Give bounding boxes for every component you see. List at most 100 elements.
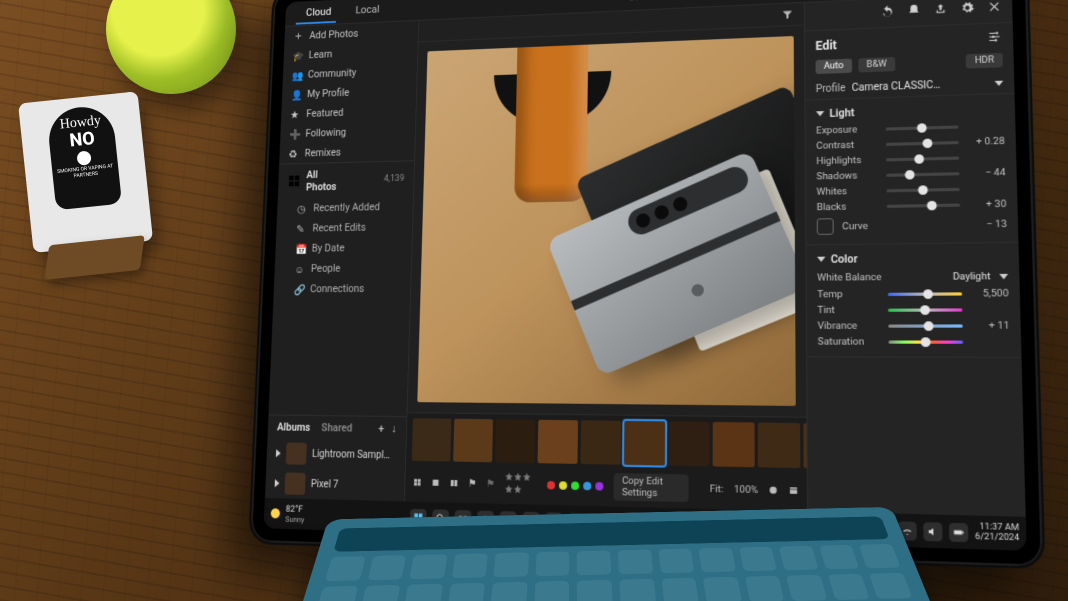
auto-button[interactable]: Auto [816,59,852,74]
color-label-dot[interactable] [547,481,555,490]
funnel-icon [781,8,793,20]
view-recent edits[interactable]: ✎Recent Edits [276,216,412,238]
taskbar-clock[interactable]: 11:37 AM6/21/2024 [975,523,1020,543]
filmstrip-thumb[interactable] [624,421,665,466]
fit-value[interactable]: 100% [734,483,758,495]
keyboard-key [360,585,401,601]
notifications-button[interactable] [907,3,921,20]
share-button[interactable] [933,2,947,19]
keyboard-key [452,553,489,578]
slider-saturation[interactable]: Saturation [807,334,1021,350]
edited-photo: War on CRAFT & LAGER [417,36,795,406]
light-section: Light Exposure Contrast + 0.28 Highlight… [805,94,1018,246]
keyboard-key [577,550,611,575]
shared-tab[interactable]: Shared [321,421,352,434]
keyboard-key [316,586,358,601]
loupe-view-icon[interactable] [431,476,440,488]
left-panel: Add Photos 🎓Learn👥Community👤My Profile★F… [265,21,419,502]
keyboard-key [658,549,694,574]
tab-cloud[interactable]: Cloud [296,1,337,24]
slider-temp[interactable]: Temp 5,500 [807,286,1020,303]
tray-volume-icon[interactable] [923,522,942,541]
flag-pick-icon[interactable]: ⚑ [468,478,477,490]
view-recently added[interactable]: ◷Recently Added [277,196,413,219]
filmstrip-thumb[interactable] [412,418,452,461]
color-label-dot[interactable] [583,482,591,491]
taskbar-weather[interactable]: 82°F Sunny [269,504,304,524]
view-icon: 🔗 [294,284,304,295]
edit-title: Edit [815,38,837,53]
slider-vibrance[interactable]: Vibrance + 11 [807,318,1021,334]
keyboard-key [828,574,870,600]
color-label-dot[interactable] [571,482,579,491]
curve-row[interactable]: Curve − 13 [806,212,1018,238]
white-balance-value[interactable]: Daylight [953,271,991,283]
photo-canvas[interactable]: War on CRAFT & LAGER [407,26,806,417]
chevron-down-icon[interactable] [995,81,1004,86]
filmstrip-thumb[interactable] [713,422,755,467]
tab-local[interactable]: Local [345,0,385,22]
lightroom-app: Cloud Local Search unavailable offline A… [265,0,1026,517]
color-header[interactable]: Color [806,247,1019,269]
keyboard-key [819,545,860,569]
keyboard-key [739,547,777,572]
rating-stars[interactable] [504,472,538,498]
color-label-dot[interactable] [595,482,603,491]
bw-button[interactable]: B&W [858,57,895,73]
view-icon: 📅 [295,243,305,254]
view-by date[interactable]: 📅By Date [275,237,412,259]
filter-funnel-button[interactable] [781,5,793,24]
surface-keyboard: TabQWERTYUIOP[]\\ [273,507,961,601]
info-icon[interactable] [769,484,779,497]
profile-value[interactable]: Camera CLASSIC… [852,80,941,94]
album-item[interactable]: Lightroom Sampl… [266,438,405,471]
layout-icon[interactable] [789,484,799,497]
albums-tab[interactable]: Albums [277,421,311,434]
keyboard-key [403,584,442,601]
settings-button[interactable] [960,1,974,18]
undo-button[interactable] [881,5,895,22]
view-people[interactable]: ☺People [274,257,411,279]
close-button[interactable] [987,0,1001,17]
filmstrip-thumb[interactable] [758,423,801,469]
filmstrip-thumb[interactable] [537,420,578,464]
gear-icon [960,1,974,15]
plus-icon [293,31,303,42]
hdr-button[interactable]: HDR [966,53,1003,69]
view-connections[interactable]: 🔗Connections [273,278,410,299]
filmstrip-thumb[interactable] [668,421,710,466]
color-labels[interactable] [547,481,603,491]
view-icon: ✎ [296,223,306,234]
chevron-down-icon[interactable] [999,274,1008,279]
edit-panel: Edit Auto B&W HDR Profile Camera CLASSIC… [804,0,1026,517]
undo-icon [881,5,895,19]
slider-tint[interactable]: Tint [807,302,1021,319]
tray-battery-icon[interactable] [949,522,968,541]
flag-reject-icon[interactable]: ⚑ [486,478,495,490]
keyboard-key [779,546,818,570]
keyboard-key [699,548,736,573]
color-label-dot[interactable] [559,481,567,490]
filmstrip-thumb[interactable] [495,419,535,463]
album-filter-icon[interactable]: ↓ [391,422,396,435]
white-balance-label: White Balance [817,272,881,284]
copy-edit-settings-button[interactable]: Copy Edit Settings [614,473,689,502]
keyboard-key [534,581,569,601]
edit-tools-button[interactable] [987,29,1003,47]
curve-icon [817,218,834,235]
filmstrip-thumb[interactable] [580,420,621,464]
grid-view-icon[interactable] [413,476,422,488]
album-add-icon[interactable]: + [378,422,384,435]
filmstrip[interactable] [406,413,807,473]
bell-icon [907,3,921,17]
compare-view-icon[interactable] [449,477,458,490]
nav-icon: ➕ [289,128,299,139]
keyboard-key [618,550,653,575]
album-item[interactable]: Pixel 7 [265,468,405,501]
filmstrip-thumb[interactable] [453,419,493,463]
keyboard-key [535,551,569,576]
nav-icon: 👤 [291,89,301,100]
all-photos-header[interactable]: All Photos 4,139 [278,160,414,198]
tablet-device: Cloud Local Search unavailable offline A… [248,0,1045,569]
keyboard-key [577,580,612,601]
